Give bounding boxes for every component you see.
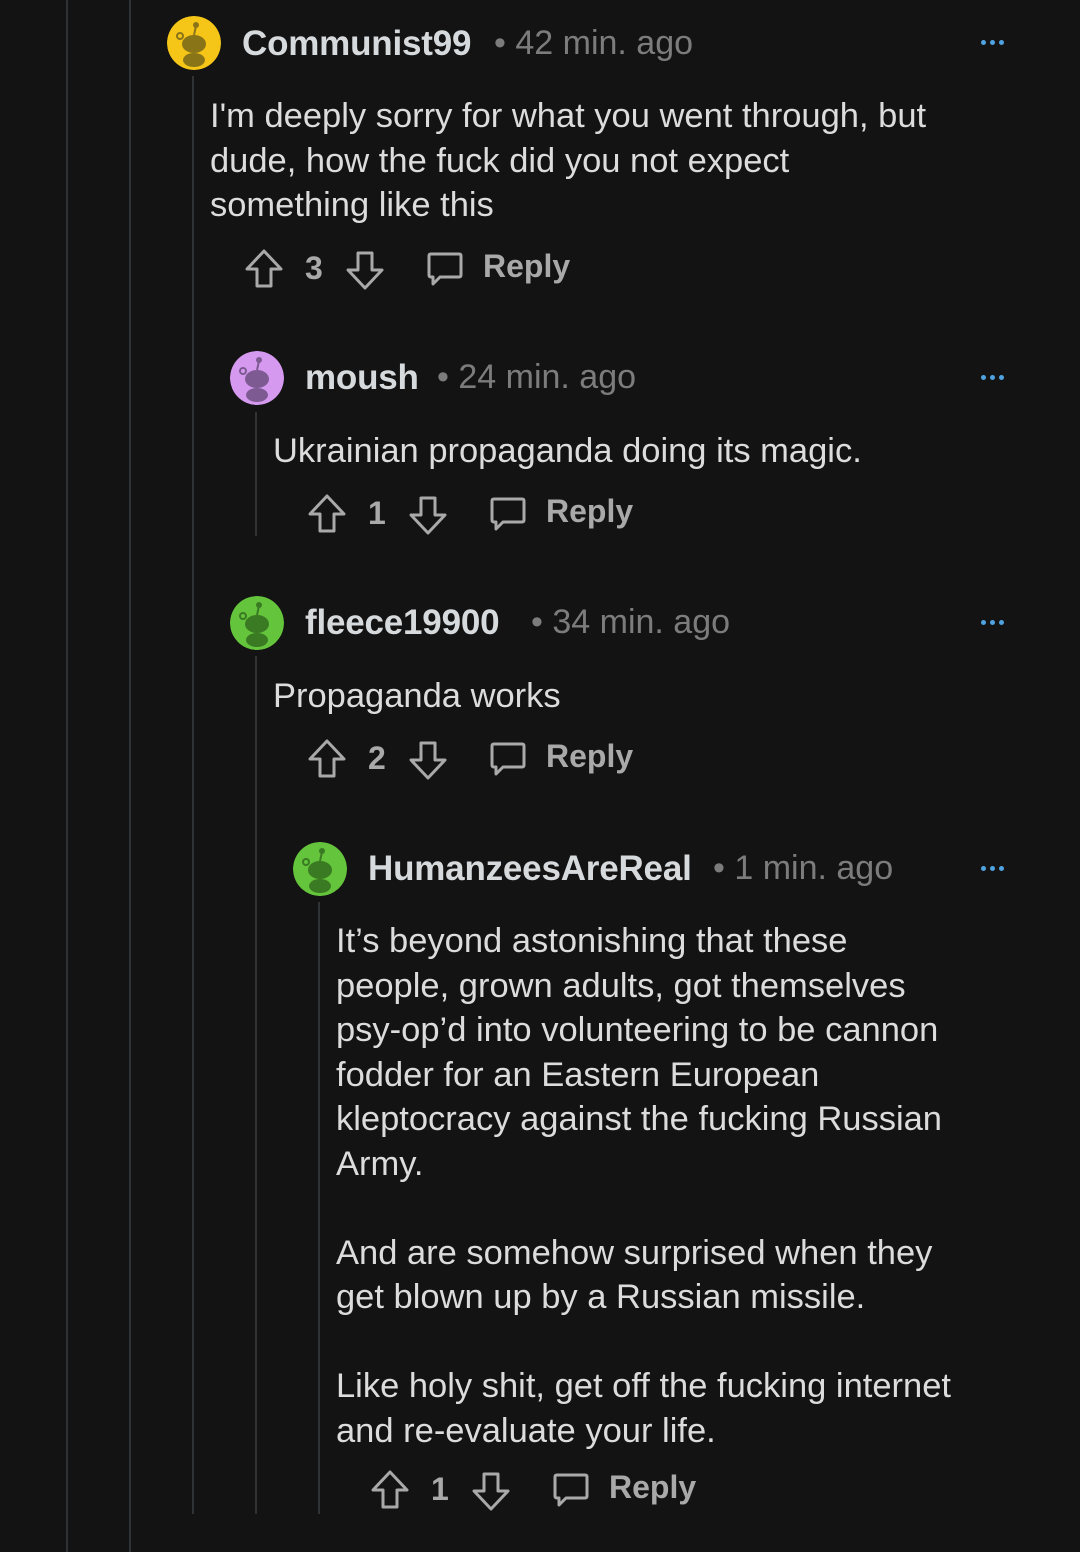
avatar[interactable]	[293, 842, 347, 896]
comment-line: people, grown adults, got themselves	[336, 966, 906, 1005]
downvote-icon[interactable]	[471, 1470, 511, 1512]
comment-line: dude, how the fuck did you not expect	[210, 141, 790, 180]
timestamp: • 34 min. ago	[531, 603, 730, 642]
username[interactable]: HumanzeesAreReal	[368, 849, 692, 889]
vote-count: 1	[431, 1471, 449, 1507]
reddit-snoo-icon	[293, 842, 347, 896]
comment-body: Propaganda works	[273, 674, 561, 719]
thread-line	[192, 76, 194, 1514]
comment-line: Like holy shit, get off the fucking inte…	[336, 1367, 951, 1405]
separator: •	[713, 849, 725, 887]
comment-line: kleptocracy against the fucking Russian	[336, 1100, 942, 1138]
downvote-icon[interactable]	[408, 494, 448, 536]
speech-bubble-icon[interactable]	[426, 251, 464, 287]
timestamp: • 24 min. ago	[437, 358, 636, 397]
downvote-icon[interactable]	[345, 249, 385, 291]
comment-actions: 3 Reply	[244, 248, 584, 292]
reply-button[interactable]: Reply	[546, 738, 633, 775]
comment-line: get blown up by a Russian missile.	[336, 1278, 866, 1316]
comment-actions: 2 Reply	[307, 738, 647, 782]
more-options-button[interactable]	[981, 620, 1004, 625]
comment-line: something like this	[210, 186, 494, 224]
separator: •	[531, 603, 543, 641]
thread-line	[129, 0, 131, 1552]
comment-line: psy-op’d into volunteering to be cannon	[336, 1011, 939, 1049]
time: 24 min. ago	[458, 358, 637, 396]
comment-actions: 1 Reply	[307, 493, 647, 537]
comment-line: fodder for an Eastern European	[336, 1055, 820, 1094]
more-options-button[interactable]	[981, 375, 1004, 380]
upvote-icon[interactable]	[244, 248, 284, 290]
thread-line	[66, 0, 68, 1552]
comment-line: I'm deeply sorry for what you went throu…	[210, 97, 927, 135]
comment-line: And are somehow surprised when they	[336, 1233, 933, 1272]
upvote-icon[interactable]	[307, 493, 347, 535]
reddit-snoo-icon	[230, 596, 284, 650]
reddit-snoo-icon	[167, 16, 221, 70]
comment-line: Ukrainian propaganda doing its magic.	[273, 432, 862, 470]
comment-line: It’s beyond astonishing that these	[336, 922, 848, 960]
comment-line: and re-evaluate your life.	[336, 1411, 716, 1450]
timestamp: • 1 min. ago	[713, 849, 893, 888]
vote-count: 3	[305, 250, 323, 286]
reply-button[interactable]: Reply	[609, 1469, 696, 1506]
upvote-icon[interactable]	[370, 1469, 410, 1511]
username[interactable]: fleece19900	[305, 603, 500, 643]
vote-count: 2	[368, 740, 386, 776]
speech-bubble-icon[interactable]	[552, 1472, 590, 1508]
reddit-snoo-icon	[230, 351, 284, 405]
separator: •	[437, 358, 449, 396]
separator: •	[494, 24, 506, 62]
comment-line: Propaganda works	[273, 677, 561, 715]
reply-button[interactable]: Reply	[546, 493, 633, 530]
comment-body: It’s beyond astonishing that these peopl…	[336, 919, 951, 1453]
avatar[interactable]	[230, 351, 284, 405]
downvote-icon[interactable]	[408, 739, 448, 781]
upvote-icon[interactable]	[307, 738, 347, 780]
time: 42 min. ago	[515, 24, 694, 62]
avatar[interactable]	[167, 16, 221, 70]
time: 1 min. ago	[734, 849, 894, 887]
comment-actions: 1 Reply	[370, 1469, 710, 1513]
comment-body: I'm deeply sorry for what you went throu…	[210, 94, 926, 228]
more-options-button[interactable]	[981, 40, 1004, 45]
time: 34 min. ago	[552, 603, 731, 641]
avatar[interactable]	[230, 596, 284, 650]
thread-line	[255, 412, 257, 536]
comment-body: Ukrainian propaganda doing its magic.	[273, 429, 862, 474]
comment-line: Army.	[336, 1144, 424, 1183]
reply-button[interactable]: Reply	[483, 248, 570, 285]
speech-bubble-icon[interactable]	[489, 496, 527, 532]
more-options-button[interactable]	[981, 866, 1004, 871]
thread-line	[318, 902, 320, 1514]
speech-bubble-icon[interactable]	[489, 741, 527, 777]
timestamp: • 42 min. ago	[494, 24, 693, 63]
thread-line	[255, 656, 257, 1514]
vote-count: 1	[368, 495, 386, 531]
username[interactable]: moush	[305, 358, 419, 398]
username[interactable]: Communist99	[242, 24, 471, 64]
